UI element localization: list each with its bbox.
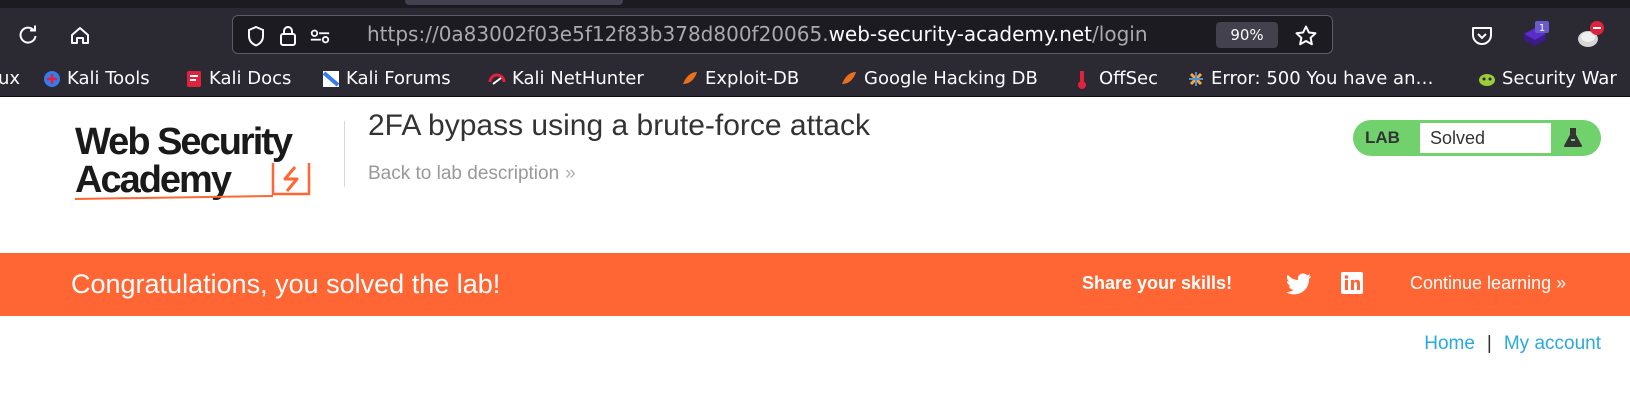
bookmark-item[interactable]: Error: 500 You have an… [1187,60,1434,97]
flask-icon [1562,127,1584,149]
url-scheme: https:// [367,22,439,46]
bookmark-item[interactable]: ux [0,60,20,97]
active-tab[interactable] [405,0,623,5]
url-bar[interactable]: https://0a83002f03e5f12f83b378d800f20065… [232,15,1333,54]
account-nav: Home | My account [1424,333,1601,355]
url-path: /login [1092,22,1148,46]
bookmark-item[interactable]: Google Hacking DB [840,60,1038,97]
bookmark-item[interactable]: Kali NetHunter [488,60,644,97]
double-chevron-right-icon: » [565,163,576,184]
twitter-icon[interactable] [1286,273,1312,299]
kali-docs-icon [185,70,203,88]
bookmark-item[interactable]: OffSec [1075,60,1158,97]
lab-status-badge: LAB Solved [1353,120,1601,156]
my-account-link[interactable]: My account [1504,333,1601,354]
bookmarks-toolbar: ux Kali Tools Kali Docs Kali Forums Kali… [0,60,1630,97]
bookmark-label: OffSec [1099,68,1158,89]
linkedin-icon[interactable] [1340,271,1364,299]
nethunter-icon [488,70,506,88]
nav-separator: | [1486,333,1492,354]
bookmark-label: Error: 500 You have an… [1211,68,1434,89]
share-skills-label: Share your skills! [1082,273,1233,293]
bookmark-label: Kali NetHunter [512,68,644,89]
solved-banner: Congratulations, you solved the lab! Sha… [0,253,1630,316]
bookmark-item[interactable]: Kali Docs [185,60,291,97]
browser-tab-strip [0,0,1630,8]
web-security-academy-logo[interactable]: Web Security Academy [72,120,337,201]
bookmark-item[interactable]: Kali Forums [322,60,451,97]
bookmark-star-icon[interactable] [1294,24,1318,52]
back-link-label: Back to lab description [368,163,560,184]
home-link[interactable]: Home [1424,333,1475,354]
security-war-icon [1478,70,1496,88]
bookmark-label: Google Hacking DB [864,68,1038,89]
url-subdomain: 0a83002f03e5f12f83b378d800f20065. [438,22,829,46]
exploit-db-icon [681,70,699,88]
pocket-icon[interactable] [1467,20,1497,50]
congratulations-message: Congratulations, you solved the lab! [71,269,501,299]
bookmark-item[interactable]: Security War [1478,60,1617,97]
reload-icon[interactable] [13,20,43,50]
page-content: Web Security Academy 2FA bypass using a … [0,97,1630,417]
permissions-icon[interactable] [309,25,331,47]
browser-toolbar: https://0a83002f03e5f12f83b378d800f20065… [0,8,1630,60]
lab-title: 2FA bypass using a brute-force attack [368,109,870,142]
lock-icon[interactable] [277,25,299,47]
bookmark-label: Kali Tools [67,68,150,89]
url-domain: web-security-academy.net [828,22,1093,46]
kali-tools-icon [43,70,61,88]
header-divider [344,121,345,187]
logo-line2: Academy [75,159,232,200]
bookmark-label: Kali Docs [209,68,292,89]
extension-icon[interactable]: 1 [1520,20,1550,50]
lab-label: LAB [1365,128,1400,147]
bookmark-label: Exploit-DB [705,68,800,89]
bookmark-item[interactable]: Exploit-DB [681,60,799,97]
offsec-icon [1075,70,1093,89]
bookmark-label: Security War [1502,68,1617,89]
zoom-level-button[interactable]: 90% [1216,22,1278,48]
bookmark-label: ux [0,68,21,89]
kali-forums-icon [322,70,340,88]
logo-line1: Web Security [75,121,293,163]
continue-learning-link[interactable]: Continue learning » [1410,253,1566,313]
bookmark-item[interactable]: Kali Tools [43,60,150,97]
bookmark-label: Kali Forums [346,68,451,89]
lab-status-text: Solved [1420,123,1551,153]
url-text[interactable]: https://0a83002f03e5f12f83b378d800f20065… [367,16,1148,53]
back-to-lab-description-link[interactable]: Back to lab description» [368,163,576,185]
extension-badge-count: 1 [1539,23,1545,34]
joomla-icon [1187,70,1205,88]
tracking-shield-icon[interactable] [245,25,267,47]
ublock-icon[interactable] [1575,20,1605,50]
home-icon[interactable] [65,20,95,50]
ghdb-icon [840,70,858,88]
